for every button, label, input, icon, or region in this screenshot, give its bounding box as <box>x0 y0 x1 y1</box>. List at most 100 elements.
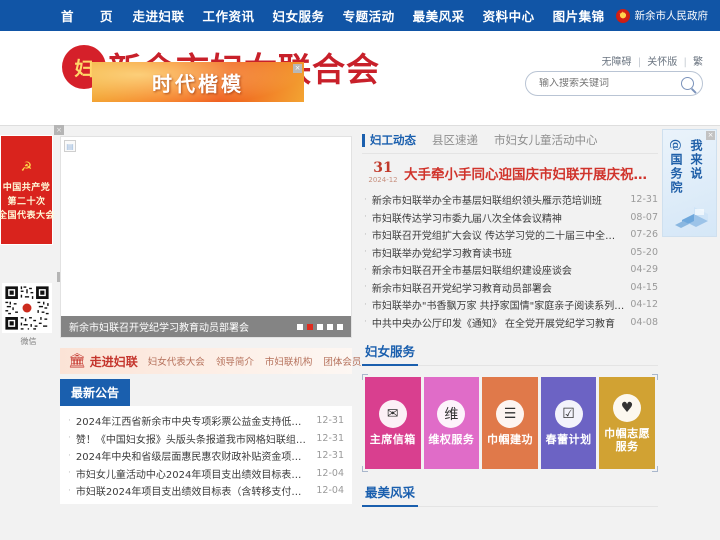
institution-icon: 🏛 <box>68 353 86 369</box>
bullet-icon: · <box>364 264 367 275</box>
news-date: 05-20 <box>630 246 658 258</box>
list-item[interactable]: · 新余市妇联举办全市基层妇联组织领头雁示范培训班 12-31 <box>362 191 658 209</box>
wechat-qr-widget[interactable]: × <box>2 272 67 347</box>
national-emblem-icon <box>615 7 630 23</box>
tab-fugong-dongtai[interactable]: 妇工动态 <box>370 132 416 148</box>
search-input[interactable] <box>526 78 672 89</box>
state-council-widget[interactable]: × @国务院 我来说 <box>662 129 717 237</box>
services-tiles-frame: ✉ 主席信箱 维 维权服务 ☰ 巾帼建功 ☑ 春蕾计划 ♥ 巾帼志愿 服务 <box>362 374 658 472</box>
carousel-dot-5[interactable] <box>337 323 343 330</box>
tab-activity-center[interactable]: 市妇女儿童活动中心 <box>494 132 598 148</box>
bullet-icon: · <box>68 433 71 444</box>
list-item[interactable]: · 2024年江西省新余市中央专项彩票公益金支持低收入妇女"两癌"救助项... … <box>66 412 344 430</box>
hammer-sickle-icon: ☭ <box>20 159 33 175</box>
party-congress-ad[interactable]: × ☭ 中国共产党 第二十次 全国代表大会 <box>0 125 64 245</box>
list-item[interactable]: · 2024年中央和省级层面惠民惠农财政补贴资金项目和政策清单 12-31 <box>66 447 344 465</box>
walkin-item-congress[interactable]: 妇女代表大会 <box>148 354 205 368</box>
service-tile-volunteer-service[interactable]: ♥ 巾帼志愿 服务 <box>599 377 655 469</box>
service-tile-women-achievement[interactable]: ☰ 巾帼建功 <box>482 377 538 469</box>
search-icon <box>680 77 694 90</box>
announcement-title: 市妇女儿童活动中心2024年项目支出绩效目标表（含转移支付项目） <box>75 469 311 481</box>
walkin-item-leaders[interactable]: 领导简介 <box>216 354 254 368</box>
nav-item-news[interactable]: 工作资讯 <box>194 6 264 25</box>
walk-into-federation-title[interactable]: 走进妇联 <box>90 353 138 370</box>
service-tile-spring-bud-plan[interactable]: ☑ 春蕾计划 <box>540 377 597 469</box>
nav-item-about[interactable]: 走进妇联 <box>124 6 194 25</box>
right-content-column: 妇工动态 县区速递 市妇女儿童活动中心 31 2024-12 大手牵小手同心迎国… <box>362 132 658 507</box>
party-ad-line-2: 第二十次 <box>7 196 46 207</box>
traditional-chinese-link[interactable]: 繁 <box>693 57 703 68</box>
nav-item-topics[interactable]: 专题活动 <box>334 6 404 25</box>
carousel-dot-1[interactable] <box>297 323 303 330</box>
promo-banner-close-icon[interactable]: × <box>293 64 302 73</box>
carousel-dot-2[interactable] <box>307 323 313 330</box>
featured-news-item[interactable]: 31 2024-12 大手牵小手同心迎国庆市妇联开展庆祝中华人... <box>362 161 658 185</box>
tab-xianqu-sudi[interactable]: 县区速递 <box>432 132 478 148</box>
list-item[interactable]: · 市妇联举办"书香飘万家 共抒家国情"家庭亲子阅读系列活动启动仪式 04-12 <box>362 296 658 314</box>
accessibility-link[interactable]: 无障碍 <box>602 57 632 68</box>
shield-rights-icon: 维 <box>437 400 466 428</box>
bullet-icon: · <box>68 468 71 479</box>
services-section-title: 妇女服务 <box>362 341 419 366</box>
care-version-link[interactable]: 关怀版 <box>647 57 677 68</box>
list-item[interactable]: · 市妇联举办党纪学习教育读书班 05-20 <box>362 244 658 262</box>
walkin-item-organization[interactable]: 市妇联机构 <box>265 354 313 368</box>
wechat-qr-label: 微信 <box>20 337 37 346</box>
list-item[interactable]: · 市妇女儿童活动中心2024年项目支出绩效目标表（含转移支付项目） 12-04 <box>66 465 344 483</box>
featured-news-yearmonth: 2024-12 <box>368 176 398 184</box>
news-date: 04-12 <box>630 299 658 311</box>
list-item[interactable]: · 赞！《中国妇女报》头版头条报道我市网格妇联组织建设做法 12-31 <box>66 430 344 448</box>
list-item[interactable]: · 新余市妇联召开党纪学习教育动员部署会 04-15 <box>362 279 658 297</box>
state-council-widget-close-icon[interactable]: × <box>706 131 715 140</box>
search-button[interactable] <box>672 72 702 95</box>
carousel-dot-4[interactable] <box>327 323 333 330</box>
announcement-date: 12-04 <box>316 485 344 497</box>
party-congress-ad-close-icon[interactable]: × <box>54 125 64 135</box>
announcement-title: 赞！《中国妇女报》头版头条报道我市网格妇联组织建设做法 <box>75 434 311 446</box>
nav-item-services[interactable]: 妇女服务 <box>264 6 334 25</box>
announcement-title: 2024年江西省新余市中央专项彩票公益金支持低收入妇女"两癌"救助项... <box>75 417 311 429</box>
nav-item-gallery[interactable]: 图片集锦 <box>544 6 614 25</box>
promo-overlay-banner[interactable]: 时代楷模 × <box>92 62 304 102</box>
page-body: × ☭ 中国共产党 第二十次 全国代表大会 × <box>0 125 720 540</box>
news-date: 04-08 <box>630 316 658 328</box>
news-date: 04-29 <box>630 264 658 276</box>
carousel-dot-3[interactable] <box>317 323 323 330</box>
stars-section-title: 最美风采 <box>362 482 419 507</box>
bullet-icon: · <box>68 485 71 496</box>
services-section-header: 妇女服务 <box>362 341 658 366</box>
frame-corner-tr <box>652 374 658 380</box>
announcement-title: 市妇联2024年项目支出绩效目标表（含转移支付项目） <box>75 487 311 499</box>
left-ad-column: × ☭ 中国共产党 第二十次 全国代表大会 × <box>0 125 67 346</box>
news-date: 07-26 <box>630 229 658 241</box>
news-date: 12-31 <box>630 194 658 206</box>
gov-brand-label: 新余市人民政府 <box>634 10 709 22</box>
envelope-icon: ✉ <box>378 400 407 428</box>
news-date: 04-15 <box>630 281 658 293</box>
list-item[interactable]: · 新余市妇联召开全市基层妇联组织建设座谈会 04-29 <box>362 261 658 279</box>
state-council-widget-line2: 我来说 <box>689 139 703 181</box>
nav-item-home[interactable]: 首 页 <box>52 6 124 25</box>
service-tile-rights-protection[interactable]: 维 维权服务 <box>423 377 480 469</box>
news-carousel[interactable]: ▤ 新余市妇联召开党纪学习教育动员部署会 <box>60 136 352 338</box>
nav-item-list: 首 页 走进妇联 工作资讯 妇女服务 专题活动 最美风采 资料中心 图片集锦 <box>52 6 614 25</box>
list-item[interactable]: · 市妇联传达学习市委九届八次全体会议精神 08-07 <box>362 209 658 227</box>
announcement-date: 12-04 <box>316 467 344 479</box>
service-tile-label: 主席信箱 <box>369 433 416 446</box>
service-tile-chairman-mailbox[interactable]: ✉ 主席信箱 <box>365 377 421 469</box>
tab-latest-announcements[interactable]: 最新公告 <box>60 379 131 406</box>
party-ad-line-3: 全国代表大会 <box>0 210 56 221</box>
list-item[interactable]: · 市妇联2024年项目支出绩效目标表（含转移支付项目） 12-04 <box>66 482 344 500</box>
broken-image-icon: ▤ <box>64 140 76 152</box>
walkin-item-members[interactable]: 团体会员 <box>323 354 361 368</box>
news-title: 新余市妇联举办全市基层妇联组织领头雁示范培训班 <box>371 196 602 208</box>
bullet-icon: · <box>364 247 367 258</box>
heart-hands-icon: ♥ <box>613 393 642 422</box>
list-item[interactable]: · 市妇联召开党组扩大会议 传达学习党的二十届三中全会精神 07-26 <box>362 226 658 244</box>
nav-item-stars[interactable]: 最美风采 <box>404 6 474 25</box>
list-item[interactable]: · 中共中央办公厅印发《通知》 在全党开展党纪学习教育 04-08 <box>362 314 658 332</box>
gov-brand-link[interactable]: 新余市人民政府 <box>615 0 709 31</box>
search-box[interactable] <box>525 71 703 96</box>
news-title: 新余市妇联召开党纪学习教育动员部署会 <box>371 283 552 295</box>
nav-item-resources[interactable]: 资料中心 <box>474 6 544 25</box>
